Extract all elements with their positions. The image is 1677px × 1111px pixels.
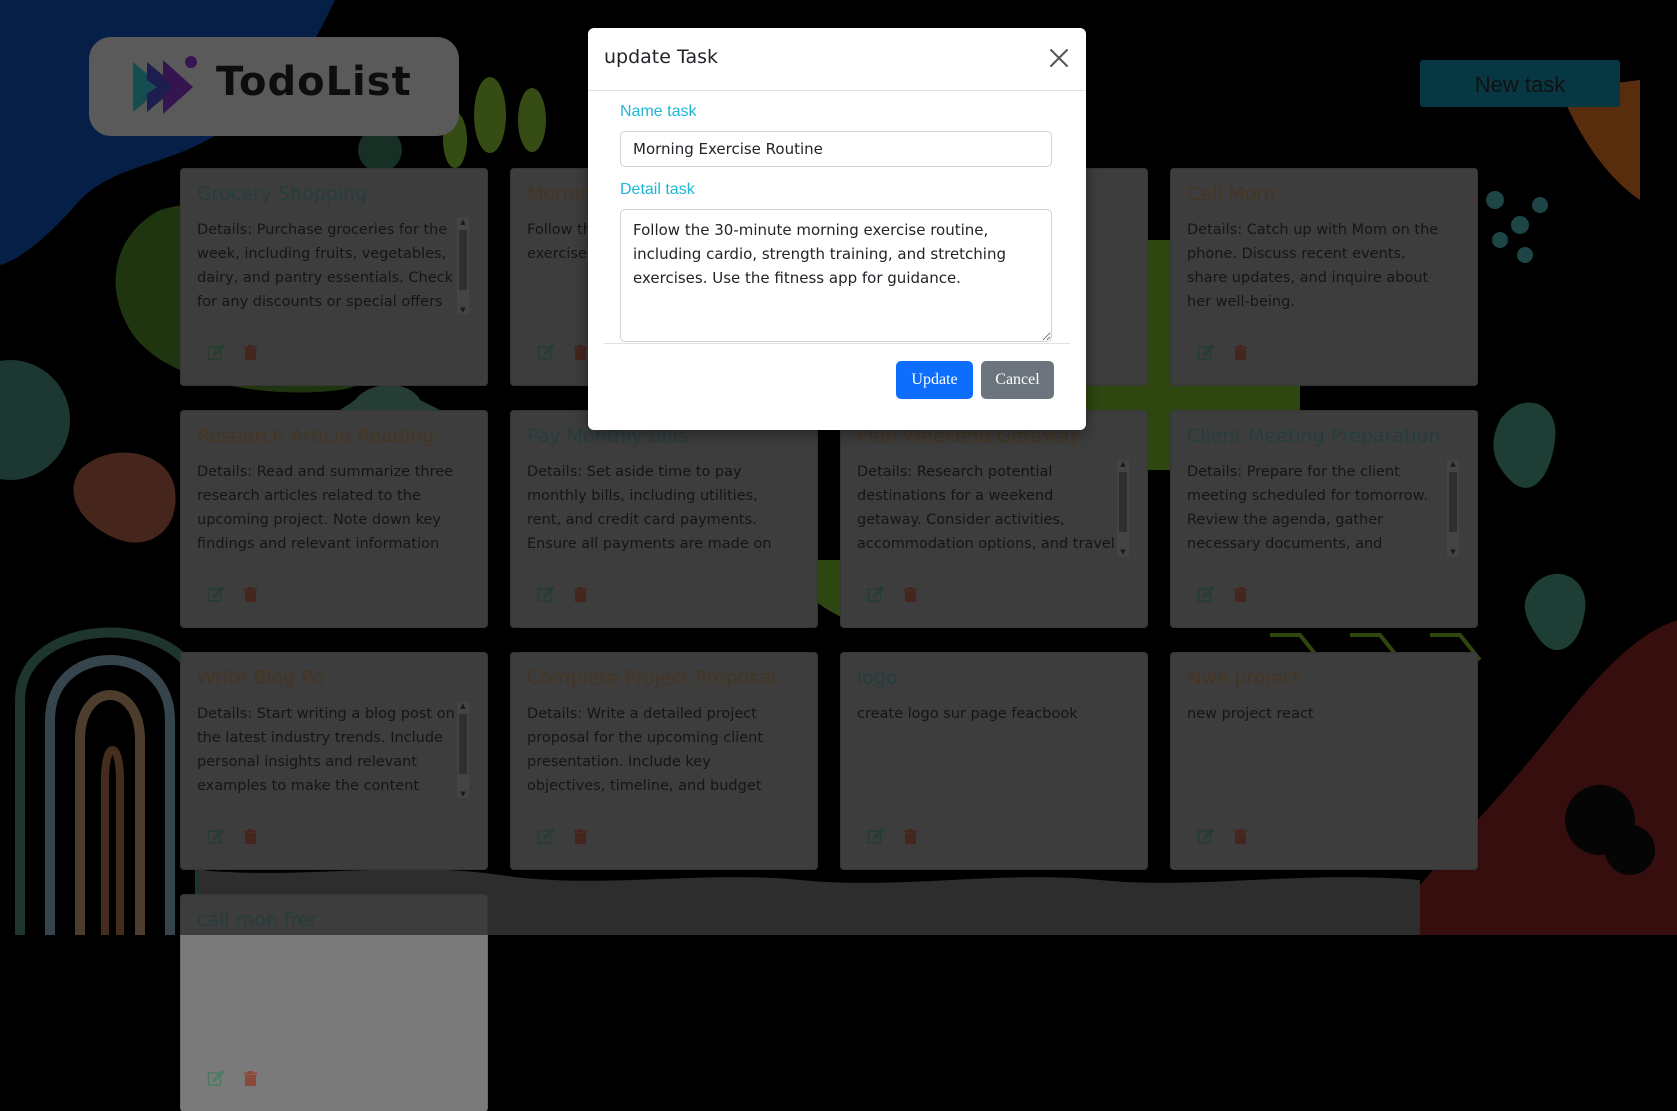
detail-task-label: Detail task bbox=[620, 181, 695, 198]
modal-divider bbox=[604, 343, 1070, 344]
update-task-modal: update Task Name task Detail task Follow… bbox=[588, 28, 1086, 430]
cancel-button[interactable]: Cancel bbox=[981, 361, 1054, 399]
name-task-label: Name task bbox=[620, 103, 697, 120]
trash-icon[interactable] bbox=[242, 1070, 259, 1087]
task-details bbox=[197, 944, 455, 1040]
detail-task-textarea[interactable]: Follow the 30-minute morning exercise ro… bbox=[620, 209, 1052, 342]
close-icon[interactable] bbox=[1049, 48, 1069, 68]
edit-icon[interactable] bbox=[207, 1070, 224, 1087]
task-actions bbox=[207, 1070, 259, 1087]
modal-header: update Task bbox=[588, 28, 1086, 91]
modal-title: update Task bbox=[604, 46, 718, 68]
name-task-input[interactable] bbox=[620, 131, 1052, 167]
update-button[interactable]: Update bbox=[896, 361, 973, 399]
